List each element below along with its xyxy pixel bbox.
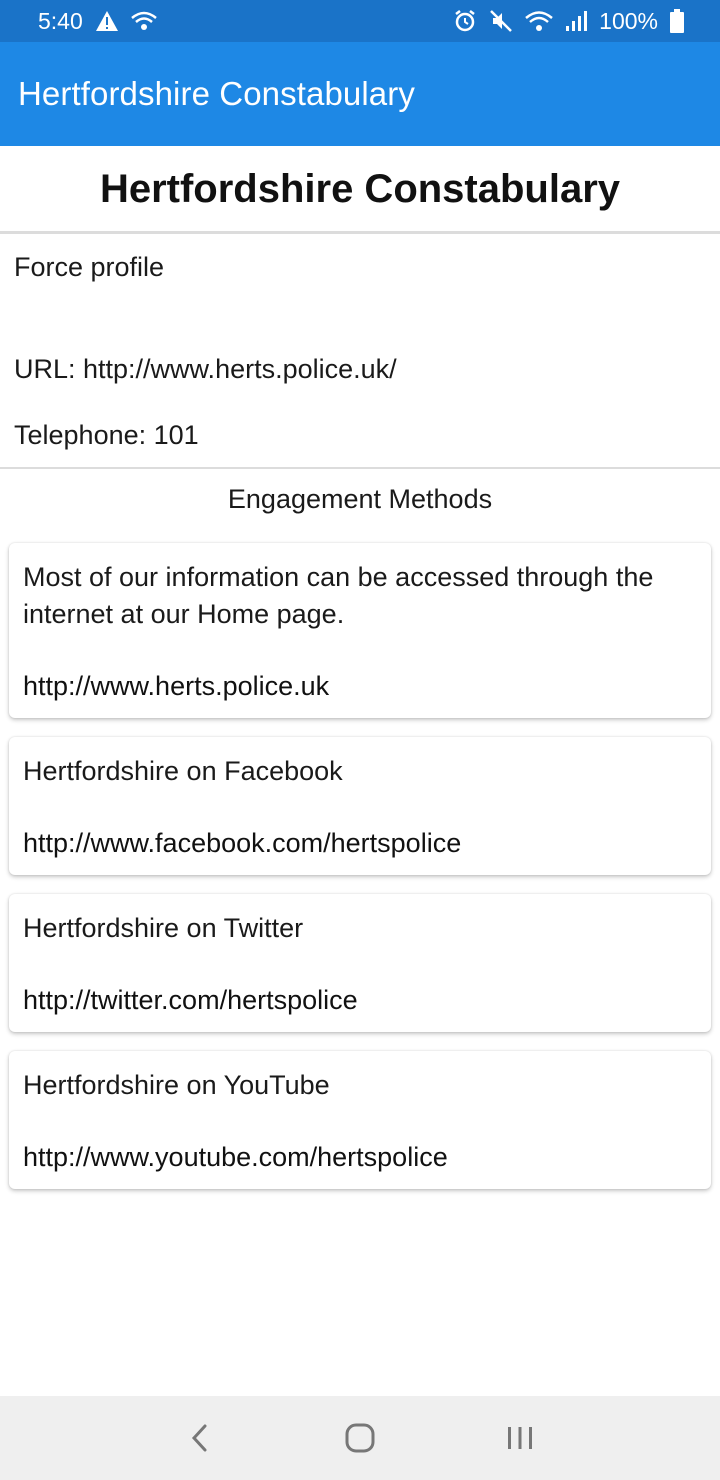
wifi-icon	[525, 10, 553, 32]
status-time: 5:40	[38, 7, 83, 34]
force-profile-heading: Force profile	[14, 252, 165, 282]
card-link[interactable]: http://www.facebook.com/hertspolice	[23, 828, 461, 859]
divider	[0, 231, 720, 234]
status-right: 100%	[453, 8, 684, 35]
engagement-card-twitter[interactable]: Hertfordshire on Twitter http://twitter.…	[9, 894, 711, 1032]
engagement-card-youtube[interactable]: Hertfordshire on YouTube http://www.yout…	[9, 1051, 711, 1189]
engagement-methods-title: Engagement Methods	[227, 484, 493, 514]
card-description: Most of our information can be accessed …	[23, 562, 654, 629]
profile-url[interactable]: URL: http://www.herts.police.uk/	[14, 354, 397, 385]
status-bar: 5:40 100%	[0, 0, 720, 42]
card-link[interactable]: http://www.youtube.com/hertspolice	[23, 1142, 448, 1173]
page-title: Hertfordshire Constabulary	[99, 167, 621, 211]
warning-icon	[95, 10, 119, 32]
wifi-icon	[130, 11, 157, 31]
battery-icon	[670, 9, 684, 33]
mute-icon	[489, 9, 513, 33]
app-bar-title: Hertfordshire Constabulary	[18, 75, 415, 112]
recents-button[interactable]	[490, 1408, 550, 1468]
home-button[interactable]	[330, 1408, 390, 1468]
status-left: 5:40	[38, 8, 157, 35]
divider	[0, 467, 720, 469]
engagement-card-home[interactable]: Most of our information can be accessed …	[9, 543, 711, 718]
battery-percent: 100%	[599, 7, 658, 34]
app-bar: Hertfordshire Constabulary	[0, 42, 720, 146]
back-icon	[191, 1424, 207, 1452]
card-description: Hertfordshire on Facebook	[23, 756, 343, 786]
profile-telephone[interactable]: Telephone: 101	[14, 420, 199, 451]
alarm-icon	[453, 9, 477, 33]
card-description: Hertfordshire on Twitter	[23, 913, 304, 943]
system-nav-bar	[0, 1396, 720, 1480]
recents-icon	[508, 1427, 532, 1449]
card-link[interactable]: http://www.herts.police.uk	[23, 671, 329, 702]
card-description: Hertfordshire on YouTube	[23, 1070, 330, 1100]
home-icon	[345, 1423, 375, 1453]
back-button[interactable]	[170, 1408, 230, 1468]
engagement-card-facebook[interactable]: Hertfordshire on Facebook http://www.fac…	[9, 737, 711, 875]
card-link[interactable]: http://twitter.com/hertspolice	[23, 985, 358, 1016]
signal-icon	[565, 10, 588, 32]
